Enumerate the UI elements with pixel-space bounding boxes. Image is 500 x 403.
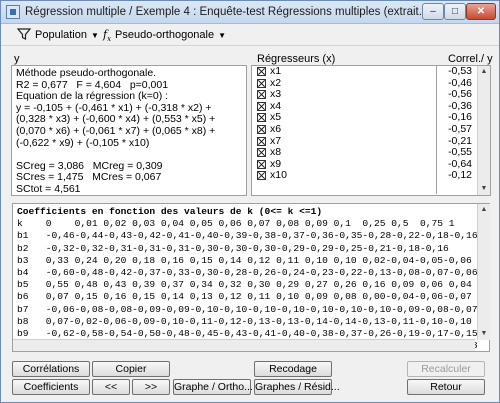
coefficients-row: b4 -0,60-0,48-0,42-0,37-0,33-0,30-0,28-0… [17, 267, 478, 279]
correlation-value: -0,57 [448, 122, 472, 135]
window-title: Régression multiple / Exemple 4 : Enquêt… [25, 6, 425, 18]
coefficients-button[interactable]: Coefficients [12, 379, 90, 395]
coefficients-hscrollbar[interactable] [13, 339, 475, 351]
population-menu-label: Population [35, 29, 87, 41]
checkbox-checked-icon[interactable] [257, 148, 266, 158]
coefficients-row: b1 -0,46-0,44-0,43-0,42-0,41-0,40-0,39-0… [17, 230, 478, 242]
scroll-down-icon[interactable]: ▼ [478, 183, 490, 195]
correlation-value: -0,12 [448, 169, 472, 182]
coefficients-row: b2 -0,32-0,32-0,31-0,31-0,31-0,30-0,30-0… [17, 242, 449, 254]
checkbox-checked-icon[interactable] [257, 171, 266, 181]
coefficients-panel[interactable]: Coefficients en fonction des valeurs de … [12, 203, 490, 352]
coefficients-vscrollbar[interactable]: ▲ ▼ [477, 204, 490, 340]
regressor-label: x9 [270, 157, 282, 170]
regressor-label: x8 [270, 146, 282, 159]
next-button[interactable]: >> [132, 379, 170, 395]
recalculate-button[interactable]: Recalculer [407, 361, 485, 377]
checkbox-checked-icon[interactable] [257, 159, 266, 169]
graph-residuals-button[interactable]: Graphes / Résid... [254, 379, 340, 395]
coefficients-row: b5 0,55 0,48 0,43 0,39 0,37 0,34 0,32 0,… [17, 279, 472, 291]
checkbox-checked-icon[interactable] [257, 113, 266, 123]
minimize-button[interactable]: – [422, 3, 444, 20]
app-icon [6, 5, 20, 19]
method-menu-label: Pseudo-orthogonale [115, 29, 215, 41]
y-panel-label: y [14, 53, 20, 65]
back-button[interactable]: Retour [407, 379, 485, 395]
function-icon: fx [103, 28, 112, 44]
main-window: Régression multiple / Exemple 4 : Enquêt… [0, 0, 500, 403]
checkbox-checked-icon[interactable] [257, 101, 266, 111]
coefficients-row: b7 -0,06-0,08-0,08-0,09-0,09-0,10-0,10-0… [17, 303, 478, 315]
correlations-button[interactable]: Corrélations [12, 361, 90, 377]
filter-icon [16, 27, 32, 41]
maximize-button[interactable]: □ [444, 3, 466, 20]
regressor-label: x10 [270, 169, 287, 182]
coefficients-row: b3 0,33 0,24 0,20 0,18 0,16 0,15 0,14 0,… [17, 254, 472, 266]
title-bar: Régression multiple / Exemple 4 : Enquêt… [1, 1, 499, 24]
correlation-label: Correl./ y [448, 53, 493, 65]
result-line [16, 149, 241, 161]
chevron-down-icon: ▼ [218, 31, 227, 40]
correlations-list: -0,53 -0,46 -0,56 -0,36 -0,16 -0,57 -0,21 -0,55… [436, 66, 476, 194]
result-line: Méthode pseudo-orthogonale. [16, 67, 157, 79]
previous-button[interactable]: << [92, 379, 130, 395]
copy-button[interactable]: Copier [92, 361, 170, 377]
regressor-label: x5 [270, 111, 282, 124]
regressor-item[interactable]: x10 [253, 170, 437, 182]
regressor-label: x6 [270, 122, 282, 135]
correlation-value: -0,53 [448, 66, 472, 77]
checkbox-checked-icon[interactable] [257, 124, 266, 134]
toolbar: Population ▼ fx Pseudo-orthogonale ▼ [1, 24, 499, 46]
result-line: SCtot = 4,561 [16, 182, 81, 194]
scroll-up-icon[interactable]: ▲ [478, 204, 490, 216]
scroll-down-icon[interactable]: ▼ [478, 328, 490, 340]
coefficients-row: b6 0,07 0,15 0,16 0,15 0,14 0,13 0,12 0,… [17, 291, 472, 303]
coefficients-row: k 0 0,01 0,02 0,03 0,04 0,05 0,06 0,07 0… [17, 218, 455, 230]
coefficients-title: Coefficients en fonction des valeurs de … [17, 206, 323, 217]
regressor-label: x2 [270, 76, 282, 89]
checkbox-checked-icon[interactable] [257, 78, 266, 88]
regressors-scrollbar[interactable]: ▲ ▼ [477, 66, 490, 195]
graph-ortho-button[interactable]: Graphe / Ortho... [173, 379, 253, 395]
population-menu[interactable]: Population ▼ [16, 27, 99, 43]
checkbox-checked-icon[interactable] [257, 90, 266, 100]
checkbox-checked-icon[interactable] [257, 136, 266, 146]
chevron-down-icon: ▼ [91, 31, 99, 40]
correlation-value: -0,55 [448, 146, 472, 159]
scroll-up-icon[interactable]: ▲ [478, 66, 490, 78]
regressors-label: Régresseurs (x) [257, 53, 336, 65]
regressor-label: x4 [270, 99, 282, 112]
result-line: y = -0,105 + (-0,461 * x1) + (-0,318 * x… [16, 101, 219, 149]
regressor-label: x1 [270, 66, 282, 77]
regressor-label: x7 [270, 134, 282, 147]
regressor-label: x3 [270, 88, 282, 101]
recode-button[interactable]: Recodage [254, 361, 332, 377]
results-text: Méthode pseudo-orthogonale. R2 = 0,677 F … [12, 66, 245, 194]
regressors-list[interactable]: x1 x2 x3 x4 x5 x6 x7 x8 x9 x10 [253, 66, 437, 194]
close-button[interactable]: ✕ [466, 3, 496, 20]
checkbox-checked-icon[interactable] [257, 67, 266, 76]
method-menu[interactable]: fx Pseudo-orthogonale ▼ [103, 27, 226, 43]
coefficients-row: b8 0,07-0,02-0,06-0,09-0,10-0,11-0,12-0,… [17, 315, 472, 327]
coefficients-table: Coefficients en fonction des valeurs de … [17, 206, 478, 351]
